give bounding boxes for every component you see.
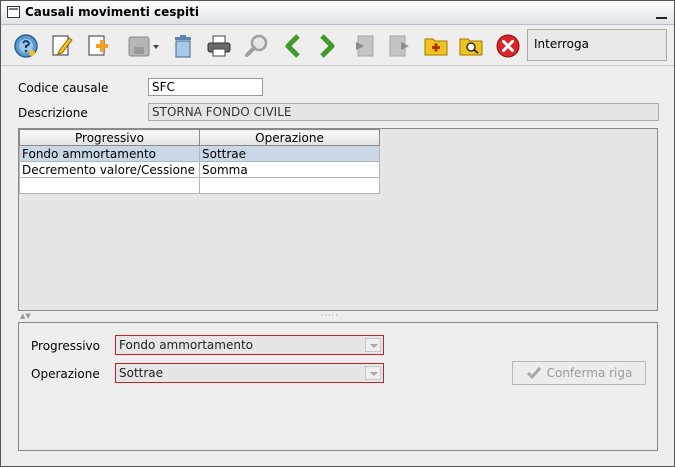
search-folder-button[interactable] [457, 32, 485, 60]
search-icon [245, 34, 268, 57]
help-button[interactable] [12, 32, 40, 60]
table-row[interactable] [19, 177, 380, 194]
detail-progressivo-label: Progressivo [31, 339, 100, 353]
toolbar: Interroga [1, 25, 674, 66]
operations-table: Progressivo Operazione Fondo ammortament… [19, 129, 380, 194]
edit-button[interactable] [48, 32, 76, 60]
column-header-progressivo[interactable]: Progressivo [19, 129, 200, 146]
minimize-button[interactable] [656, 5, 668, 19]
save-dropdown-button[interactable] [127, 32, 161, 60]
add-folder-button[interactable] [422, 32, 450, 60]
close-record-button[interactable] [494, 32, 522, 60]
import-button[interactable] [351, 32, 379, 60]
search-button[interactable] [243, 32, 271, 60]
progressivo-combo[interactable]: Fondo ammortamento [115, 335, 384, 355]
descrizione-field[interactable]: STORNA FONDO CIVILE [148, 103, 659, 121]
previous-button[interactable] [279, 32, 307, 60]
previous-icon [285, 34, 300, 58]
chevron-down-icon[interactable] [365, 338, 381, 352]
delete-icon [175, 35, 191, 58]
mode-indicator: Interroga [527, 29, 667, 61]
title-bar[interactable]: Causali movimenti cespiti [1, 1, 674, 25]
export-button[interactable] [385, 32, 413, 60]
export-icon [389, 35, 409, 57]
cell-operazione[interactable] [199, 177, 380, 194]
help-icon [14, 34, 38, 58]
delete-button[interactable] [169, 32, 197, 60]
confirm-row-button[interactable]: Conferma riga [512, 361, 646, 385]
close-icon [496, 34, 520, 58]
next-icon [320, 34, 335, 58]
window-title: Causali movimenti cespiti [25, 5, 199, 19]
chevron-down-icon[interactable] [365, 366, 381, 380]
descrizione-label: Descrizione [18, 106, 88, 120]
progressivo-combo-value: Fondo ammortamento [119, 338, 253, 352]
cell-operazione[interactable]: Sottrae [199, 145, 380, 162]
codice-field[interactable]: SFC [148, 78, 263, 96]
operazione-combo-value: Sottrae [119, 366, 164, 380]
app-window: Causali movimenti cespiti Interroga Codi… [0, 0, 675, 467]
cell-progressivo[interactable]: Decremento valore/Cessione [19, 161, 200, 178]
save-dropdown-icon [128, 36, 159, 57]
search-folder-icon [459, 38, 483, 56]
cell-operazione[interactable]: Somma [199, 161, 380, 178]
next-button[interactable] [313, 32, 341, 60]
new-record-button[interactable] [84, 32, 112, 60]
detail-operazione-label: Operazione [31, 367, 100, 381]
confirm-row-label: Conferma riga [546, 366, 633, 380]
grid-panel: Progressivo Operazione Fondo ammortament… [18, 128, 658, 311]
cell-progressivo[interactable]: Fondo ammortamento [19, 145, 200, 162]
codice-label: Codice causale [18, 81, 109, 95]
checkmark-icon [526, 367, 541, 380]
import-icon [356, 35, 374, 57]
split-divider[interactable]: ▲▼ ····· [18, 311, 658, 320]
print-icon [207, 35, 231, 57]
print-button[interactable] [205, 32, 233, 60]
add-folder-icon [424, 38, 448, 56]
table-row[interactable]: Fondo ammortamento Sottrae [19, 145, 380, 162]
table-row[interactable]: Decremento valore/Cessione Somma [19, 161, 380, 178]
grip-dots-icon: ····· [321, 311, 339, 320]
new-record-icon [88, 35, 108, 56]
column-header-operazione[interactable]: Operazione [199, 129, 380, 146]
edit-icon [52, 35, 73, 56]
operazione-combo[interactable]: Sottrae [115, 363, 384, 383]
cell-progressivo[interactable] [19, 177, 200, 194]
collapse-arrows-icon[interactable]: ▲▼ [20, 312, 31, 320]
window-icon [7, 6, 20, 18]
